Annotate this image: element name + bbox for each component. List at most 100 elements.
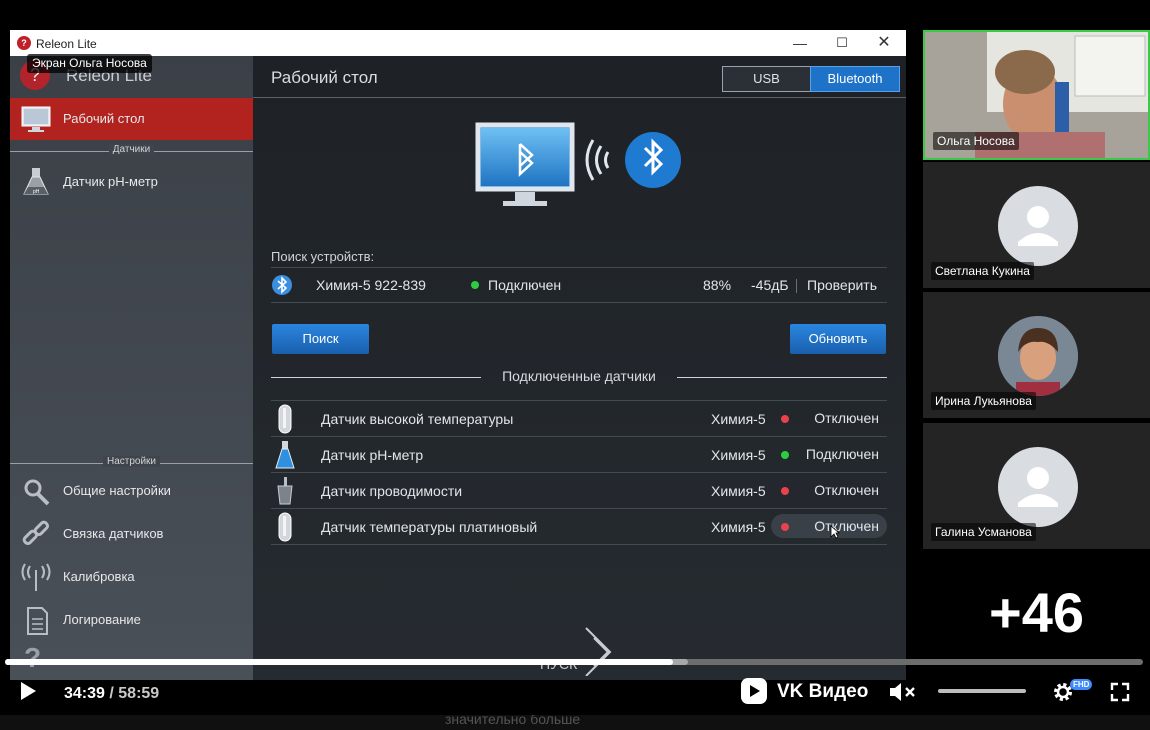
main-panel: Рабочий стол USB Bluetooth Поиск устройс…	[253, 56, 906, 680]
user-silhouette-icon	[1018, 467, 1058, 507]
vk-video-brand[interactable]: VK Видео	[777, 681, 868, 703]
check-device-link[interactable]: Проверить	[807, 277, 877, 293]
sidebar-item-label: Датчик pH-метр	[63, 174, 158, 189]
temp-probe-icon	[278, 512, 292, 542]
connected-sensors-header: Подключенные датчики	[271, 368, 887, 386]
more-participants-count[interactable]: +46	[923, 580, 1150, 645]
monitor-icon	[21, 106, 51, 132]
avatar	[998, 447, 1078, 527]
sensor-status-dot	[781, 487, 789, 495]
sidebar-item-label: Общие настройки	[63, 483, 171, 498]
maximize-button[interactable]: ☐	[828, 33, 856, 53]
divider	[796, 279, 797, 293]
player-controls: 34:39 / 58:59 VK Видео FHD	[0, 665, 1150, 715]
sensor-status-dot	[781, 523, 789, 531]
device-name: Химия-5 922-839	[316, 277, 426, 293]
table-row[interactable]: Датчик высокой температуры Химия-5 Отклю…	[271, 401, 887, 437]
chain-link-icon	[22, 520, 50, 546]
divider	[677, 377, 887, 378]
volume-slider[interactable]	[938, 689, 1026, 693]
minimize-button[interactable]: —	[786, 33, 814, 53]
sidebar-item-logging[interactable]: Логирование	[10, 599, 253, 641]
sensor-device: Химия-5	[711, 483, 766, 499]
mouse-cursor-icon	[830, 525, 840, 539]
device-status: Подключен	[488, 277, 562, 293]
temp-probe-icon	[278, 404, 292, 434]
sidebar-item-label: Связка датчиков	[63, 526, 164, 541]
wrench-gear-icon	[24, 479, 50, 506]
play-icon[interactable]	[19, 681, 37, 701]
tab-bluetooth[interactable]: Bluetooth	[810, 66, 900, 92]
participant-name: Ирина Лукьянова	[931, 392, 1036, 410]
time-display: 34:39 / 58:59	[64, 685, 159, 703]
quality-badge: FHD	[1070, 679, 1093, 690]
search-button[interactable]: Поиск	[272, 324, 369, 354]
device-row: Химия-5 922-839 Подключен 88% -45дБ Пров…	[253, 268, 906, 302]
settings-section-header: Настройки	[10, 456, 253, 470]
sensor-name: Датчик pH-метр	[321, 447, 424, 463]
app-logo-icon: ?	[17, 36, 31, 50]
fullscreen-icon[interactable]	[1110, 682, 1130, 702]
sidebar-item-label: Калибровка	[63, 569, 135, 584]
window-titlebar: ? Releon Lite — ☐ ✕	[10, 30, 906, 56]
document-icon	[27, 607, 48, 635]
beaker-icon	[277, 477, 293, 505]
page-title: Рабочий стол	[271, 68, 378, 87]
participant-tile-svetlana[interactable]: Светлана Кукина	[923, 162, 1150, 288]
sensor-status-dot	[781, 415, 789, 423]
tab-usb[interactable]: USB	[722, 66, 811, 92]
table-row[interactable]: Датчик pH-метр Химия-5 Подключен	[271, 437, 887, 473]
flask-icon: pH	[23, 168, 49, 195]
sensor-device: Химия-5	[711, 411, 766, 427]
page-below-player: значительно больше	[0, 715, 1150, 730]
antenna-icon	[21, 563, 51, 591]
table-row[interactable]: Датчик температуры платиновый Химия-5 От…	[271, 509, 887, 545]
bottom-caption: значительно больше	[445, 715, 581, 727]
sidebar-item-desktop[interactable]: Рабочий стол	[10, 98, 253, 140]
bluetooth-monitor-illustration	[475, 122, 681, 206]
duration: 58:59	[118, 685, 160, 702]
participant-name: Светлана Кукина	[931, 262, 1034, 280]
vk-video-logo-icon	[741, 678, 767, 704]
sensor-name: Датчик высокой температуры	[321, 411, 514, 427]
participant-tile-galina[interactable]: Галина Усманова	[923, 423, 1150, 549]
sidebar-item-ph-meter[interactable]: pH Датчик pH-метр	[10, 161, 253, 203]
connected-sensors-title: Подключенные датчики	[502, 368, 656, 384]
sidebar-item-label: Логирование	[63, 612, 141, 627]
releon-app-window: ? Releon Lite — ☐ ✕ ? Releon Lite Рабочи…	[10, 30, 906, 680]
sensor-name: Датчик температуры платиновый	[321, 519, 538, 535]
device-signal: -45дБ	[751, 277, 789, 293]
mute-icon[interactable]	[888, 681, 920, 703]
svg-text:pH: pH	[33, 189, 40, 195]
device-battery: 88%	[703, 277, 732, 293]
sensor-name: Датчик проводимости	[321, 483, 463, 499]
refresh-button[interactable]: Обновить	[790, 324, 886, 354]
participant-tile-olga[interactable]: Ольга Носова	[923, 30, 1150, 160]
window-title: Releon Lite	[36, 37, 97, 51]
participant-tile-irina[interactable]: Ирина Лукьянова	[923, 292, 1150, 418]
close-button[interactable]: ✕	[870, 33, 898, 53]
flask-icon	[275, 441, 295, 469]
avatar-photo	[998, 316, 1078, 396]
sidebar-item-sensor-link[interactable]: Связка датчиков	[10, 513, 253, 555]
bluetooth-icon	[272, 275, 292, 295]
current-time: 34:39	[64, 685, 105, 702]
sensor-device: Химия-5	[711, 447, 766, 463]
sensors-section-header: Датчики	[10, 144, 253, 158]
participant-name: Ольга Носова	[933, 132, 1019, 150]
search-devices-label: Поиск устройств:	[271, 249, 375, 264]
table-row[interactable]: Датчик проводимости Химия-5 Отключен	[271, 473, 887, 509]
main-header: Рабочий стол USB Bluetooth	[253, 56, 906, 98]
sensor-device: Химия-5	[711, 519, 766, 535]
sidebar-item-calibration[interactable]: Калибровка	[10, 556, 253, 598]
screen-share-label: Экран Ольга Носова	[27, 54, 152, 73]
sidebar: ? Releon Lite Рабочий стол Датчики pH Да…	[10, 56, 253, 680]
user-silhouette-icon	[1018, 206, 1058, 246]
sidebar-item-label: Рабочий стол	[63, 111, 145, 126]
sidebar-item-general-settings[interactable]: Общие настройки	[10, 470, 253, 512]
participant-name: Галина Усманова	[931, 523, 1036, 541]
time-separator: /	[109, 685, 114, 702]
divider	[271, 302, 887, 303]
device-status-dot	[471, 281, 479, 289]
video-player-stage: ? Releon Lite — ☐ ✕ ? Releon Lite Рабочи…	[0, 0, 1150, 730]
